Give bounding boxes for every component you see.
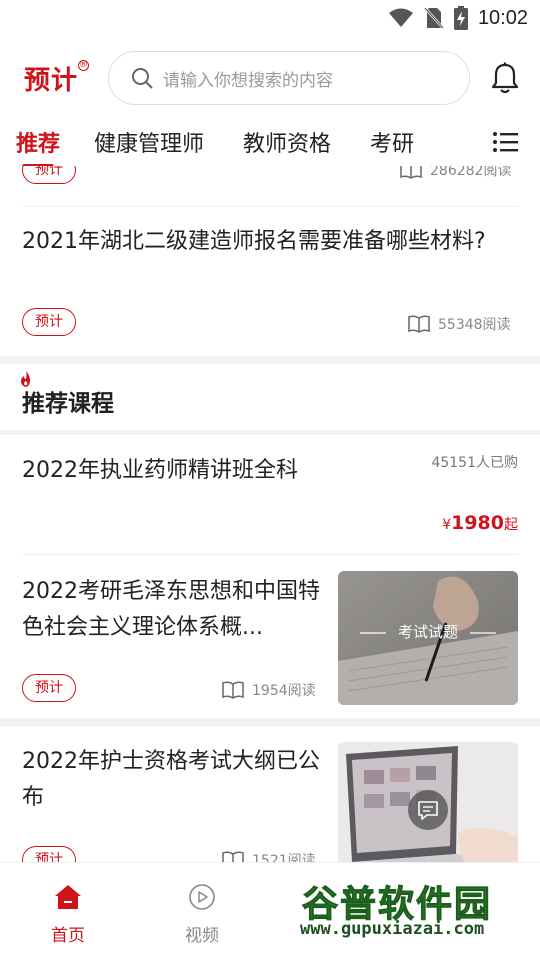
tab-recommend[interactable]: 推荐 [16, 126, 60, 158]
read-count: 55348阅读 [408, 314, 511, 334]
buyer-count: 45151人已购 [431, 455, 518, 471]
book-icon [222, 851, 244, 862]
registered-mark: ® [78, 60, 89, 71]
course-title[interactable]: 2022年执业药师精讲班全科 [22, 452, 298, 484]
thumbnail-caption: 考试试题 [397, 623, 458, 641]
tag-badge: 预计 [22, 674, 76, 702]
category-tabs: 推荐 健康管理师 教师资格 考研 [0, 120, 540, 170]
tag-badge: 预计 [22, 166, 76, 184]
article-title[interactable]: 2021年湖北二级建造师报名需要准备哪些材料? [22, 224, 492, 260]
no-sim-icon [424, 7, 444, 29]
book-icon [400, 166, 422, 179]
status-bar: 10:02 [0, 0, 540, 36]
app-logo[interactable]: 预计 ® [24, 60, 90, 96]
nav-label: 首页 [51, 926, 85, 946]
tag-badge: 预计 [22, 846, 76, 862]
play-icon [189, 884, 215, 910]
course-price: ¥1980起 [442, 512, 518, 534]
header: 预计 ® 请输入你想搜索的内容 [0, 44, 540, 112]
wifi-icon [388, 8, 413, 27]
tab-teacher-qualification[interactable]: 教师资格 [243, 126, 331, 158]
search-input[interactable]: 请输入你想搜索的内容 [108, 51, 470, 105]
article-thumbnail[interactable] [338, 742, 518, 862]
search-icon [132, 68, 153, 89]
read-count-text: 1954阅读 [252, 683, 316, 699]
divider [22, 554, 518, 555]
watermark: 谷普软件园 www.gupuxiazai.com [294, 875, 538, 945]
watermark-url: www.gupuxiazai.com [300, 919, 485, 939]
tab-postgraduate[interactable]: 考研 [370, 126, 414, 158]
feed[interactable]: 预计 286282阅读 2021年湖北二级建造师报名需要准备哪些材料? 预计 5… [0, 166, 540, 862]
article-title[interactable]: 2022考研毛泽东思想和中国特色社会主义理论体系概... [22, 574, 322, 646]
read-count: 1954阅读 [222, 680, 316, 700]
read-count: 286282阅读 [400, 166, 511, 180]
logo-text: 预计 [24, 66, 79, 96]
article-title[interactable]: 2022年护士资格考试大纲已公布 [22, 744, 322, 816]
search-placeholder: 请输入你想搜索的内容 [163, 70, 333, 91]
price-suffix: 起 [504, 517, 518, 533]
nav-video[interactable]: 视频 [162, 883, 242, 946]
status-icons: 10:02 [388, 6, 528, 30]
home-icon [55, 885, 81, 909]
article-thumbnail[interactable]: 考试试题 [338, 571, 518, 705]
section-separator [0, 356, 540, 364]
book-icon [222, 681, 244, 699]
divider [22, 206, 518, 207]
price-amount: 1980 [451, 512, 504, 534]
tab-health-manager[interactable]: 健康管理师 [94, 126, 204, 158]
read-count: 1521阅读 [222, 850, 316, 862]
menu-list-icon[interactable] [492, 130, 518, 154]
read-count-text: 1521阅读 [252, 853, 316, 862]
comment-icon[interactable] [408, 790, 448, 830]
battery-charging-icon [453, 6, 468, 30]
nav-home[interactable]: 首页 [28, 883, 108, 946]
bottom-nav: 首页 视频 谷普软件园 www.gupuxiazai.com [0, 862, 540, 960]
bell-icon[interactable] [490, 62, 520, 94]
read-count-text: 55348阅读 [438, 317, 511, 333]
read-count-text: 286282阅读 [430, 166, 512, 179]
status-time: 10:02 [477, 6, 528, 29]
section-separator [0, 430, 540, 435]
price-symbol: ¥ [442, 517, 452, 533]
nav-label: 视频 [185, 926, 219, 946]
book-icon [408, 315, 430, 333]
section-title: 推荐课程 [22, 391, 114, 417]
section-separator [0, 718, 540, 726]
tag-badge: 预计 [22, 308, 76, 336]
